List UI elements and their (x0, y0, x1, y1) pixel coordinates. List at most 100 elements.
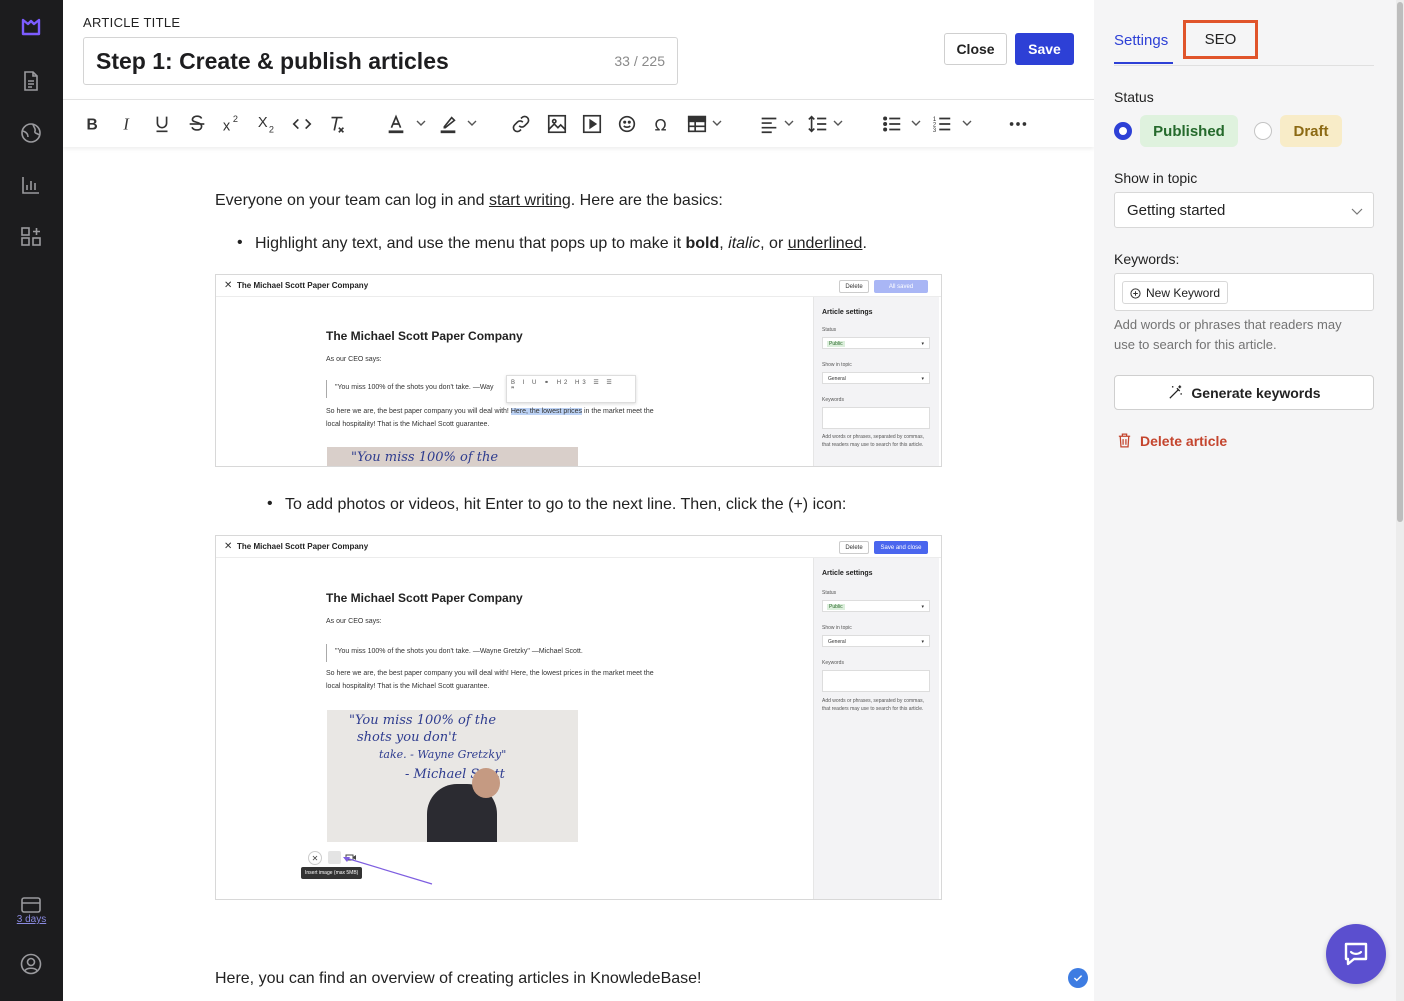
new-keyword-chip[interactable]: New Keyword (1122, 281, 1229, 304)
editor-area: ARTICLE TITLE Step 1: Create & publish a… (63, 0, 1094, 1001)
screenshot2-topbar: ✕ The Michael Scott Paper Company Delete… (216, 536, 941, 558)
screenshot2-article-settings: Article settings Status Public ▾ Show in … (813, 558, 939, 899)
numbered-list-chevron-down-icon[interactable] (961, 117, 973, 129)
chat-icon (1344, 942, 1368, 966)
highlight-chevron-down-icon[interactable] (466, 117, 478, 129)
screenshot-status-select: Public ▾ (822, 337, 930, 349)
screenshot-line2: local hospitality! That is the Michael S… (326, 421, 490, 428)
settings-panel: Settings SEO Status Published Draft Show… (1094, 0, 1404, 1001)
start-writing-link[interactable]: start writing (489, 192, 571, 209)
panel-scroll-thumb[interactable] (1397, 2, 1403, 522)
bullet1-bold: bold (685, 235, 720, 252)
published-radio[interactable] (1114, 122, 1132, 140)
screenshot-ceo-line: As our CEO says: (326, 356, 382, 363)
screenshot-company-name: The Michael Scott Paper Company (237, 281, 369, 290)
article-title-input[interactable]: Step 1: Create & publish articles 33 / 2… (83, 37, 678, 85)
svg-text:I: I (122, 115, 130, 134)
align-icon[interactable] (758, 111, 780, 137)
status-label: Status (1114, 89, 1154, 105)
special-character-icon[interactable]: Ω (651, 111, 673, 137)
keywords-field[interactable]: New Keyword (1114, 273, 1374, 311)
chevron-down-icon (1351, 208, 1363, 215)
screenshot2-ceo-line: As our CEO says: (326, 618, 382, 625)
article-title-value[interactable]: Step 1: Create & publish articles (96, 48, 614, 75)
draft-radio[interactable] (1254, 122, 1272, 140)
trial-days-label[interactable]: 3 days (0, 914, 63, 925)
screenshot2-quote: "You miss 100% of the shots you don't ta… (326, 644, 583, 662)
superscript-icon[interactable]: x2 (221, 111, 243, 137)
text-color-chevron-down-icon[interactable] (415, 117, 427, 129)
bullet-add-media[interactable]: To add photos or videos, hit Enter to go… (267, 495, 846, 514)
text-color-icon[interactable] (383, 111, 409, 137)
tab-settings[interactable]: Settings (1114, 32, 1168, 49)
highlight-color-icon[interactable] (435, 111, 461, 137)
bullet1-sep2: , or (760, 235, 788, 252)
screenshot-settings-title: Article settings (822, 309, 873, 316)
screenshot2-whiteboard-photo: "You miss 100% of the shots you don't ta… (327, 710, 578, 842)
tab-seo[interactable]: SEO (1183, 20, 1258, 59)
code-icon[interactable] (291, 111, 313, 137)
screenshot-keywords-help: Add words or phrases, separated by comma… (822, 434, 924, 448)
delete-article-label: Delete article (1140, 432, 1228, 449)
screenshot-popup-menu: B I U ⚭ H2 H3 ☰ ☰ ❞ (506, 375, 636, 403)
image-icon[interactable] (546, 111, 568, 137)
embedded-screenshot-add-media[interactable]: ✕ The Michael Scott Paper Company Delete… (215, 535, 942, 900)
formatting-toolbar: B I x2 X2 Ω 1 2 3 (63, 99, 1094, 147)
emoji-icon[interactable] (616, 111, 638, 137)
embedded-screenshot-highlight[interactable]: ✕ The Michael Scott Paper Company Delete… (215, 274, 942, 467)
subscript-icon[interactable]: X2 (256, 111, 278, 137)
more-options-icon[interactable] (1007, 111, 1029, 137)
bulleted-list-chevron-down-icon[interactable] (910, 117, 922, 129)
check-badge-icon[interactable] (1068, 968, 1088, 988)
screenshot-topbar: ✕ The Michael Scott Paper Company Delete… (216, 275, 941, 297)
chat-support-button[interactable] (1326, 924, 1386, 984)
table-chevron-down-icon[interactable] (711, 117, 723, 129)
strikethrough-icon[interactable] (186, 111, 208, 137)
articles-icon[interactable] (17, 67, 45, 95)
video-icon[interactable] (581, 111, 603, 137)
numbered-list-icon[interactable]: 123 (931, 111, 953, 137)
logo-icon[interactable] (17, 13, 45, 41)
topic-select[interactable]: Getting started (1114, 192, 1374, 228)
published-badge[interactable]: Published (1140, 115, 1238, 147)
link-icon[interactable] (510, 111, 532, 137)
analytics-icon[interactable] (17, 171, 45, 199)
screenshot2-close-icon: ✕ (224, 541, 233, 552)
generate-keywords-button[interactable]: Generate keywords (1114, 375, 1374, 410)
save-button[interactable]: Save (1015, 33, 1074, 65)
bullet1-sep1: , (719, 235, 729, 252)
table-icon[interactable] (685, 111, 709, 137)
bulleted-list-icon[interactable] (881, 111, 903, 137)
clear-format-icon[interactable] (326, 111, 348, 137)
screenshot-keywords-label: Keywords (822, 397, 844, 403)
svg-text:X: X (258, 115, 268, 131)
line-height-icon[interactable] (806, 111, 830, 137)
trash-icon (1118, 433, 1131, 448)
align-chevron-down-icon[interactable] (783, 117, 795, 129)
screenshot-topic-label: Show in topic (822, 362, 852, 368)
intro-paragraph[interactable]: Everyone on your team can log in and sta… (215, 192, 723, 210)
bold-icon[interactable]: B (81, 111, 103, 137)
bullet-highlight-text[interactable]: Highlight any text, and use the menu tha… (237, 234, 867, 253)
svg-text:2: 2 (233, 114, 238, 124)
keywords-label: Keywords: (1114, 251, 1180, 267)
intro-text-end: . Here are the basics: (570, 192, 723, 209)
add-circle-icon (1130, 288, 1141, 299)
bullet1-end: . (862, 235, 867, 252)
line-height-chevron-down-icon[interactable] (832, 117, 844, 129)
whiteboard2-text-3: take. - Wayne Gretzky" (379, 748, 507, 761)
screenshot-keywords-field (822, 407, 930, 429)
globe-icon[interactable] (17, 119, 45, 147)
draft-badge[interactable]: Draft (1280, 115, 1342, 147)
account-icon[interactable] (17, 950, 45, 978)
bullet1-underlined: underlined (787, 235, 863, 252)
overview-paragraph[interactable]: Here, you can find an overview of creati… (215, 970, 701, 988)
italic-icon[interactable]: I (116, 111, 138, 137)
delete-article-link[interactable]: Delete article (1116, 432, 1227, 449)
underline-icon[interactable] (151, 111, 173, 137)
screenshot-close-icon: ✕ (224, 280, 233, 291)
screenshot-topic-select: General ▾ (822, 372, 930, 384)
apps-icon[interactable] (17, 223, 45, 251)
screenshot2-person-head (472, 768, 500, 798)
close-button[interactable]: Close (944, 33, 1007, 65)
